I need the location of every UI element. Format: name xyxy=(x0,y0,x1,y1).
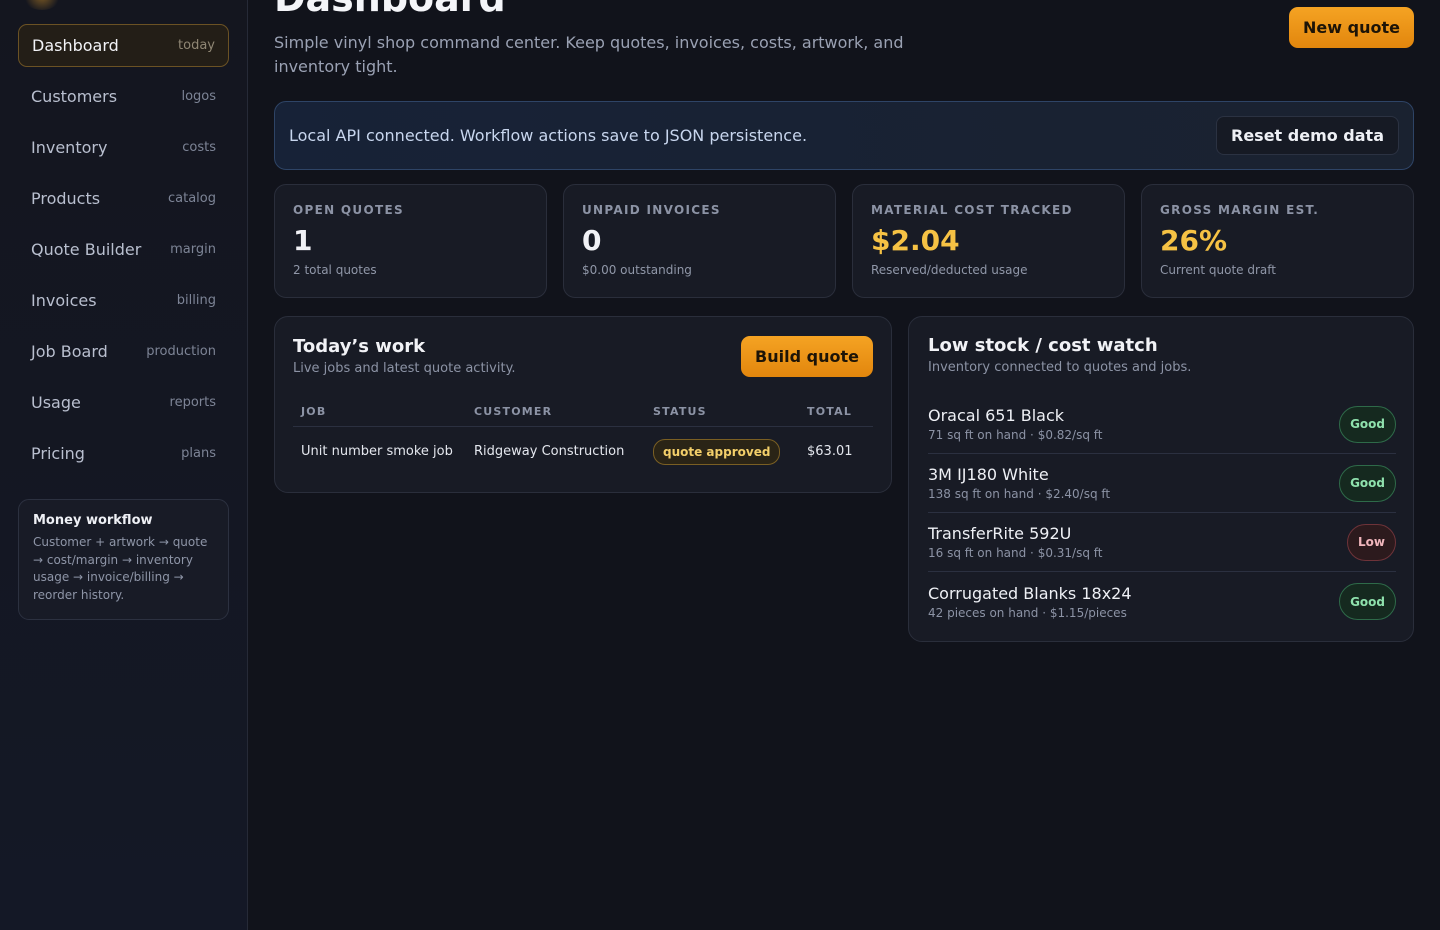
stock-status-badge: Good xyxy=(1339,464,1396,502)
sidebar-item-label: Invoices xyxy=(31,291,97,310)
list-item[interactable]: 3M IJ180 White 138 sq ft on hand · $2.40… xyxy=(928,454,1396,513)
stat-sub: Reserved/deducted usage xyxy=(871,263,1028,277)
stat-card-unpaid-invoices: UNPAID INVOICES 0 $0.00 outstanding xyxy=(563,184,836,298)
app-root: Dashboard today Customers logos Inventor… xyxy=(0,0,1440,930)
sidebar-item-hint: billing xyxy=(176,293,216,308)
stock-status-badge: Good xyxy=(1339,583,1396,620)
stock-status-badge: Good xyxy=(1339,405,1396,443)
sidebar-item-dashboard[interactable]: Dashboard today xyxy=(18,24,229,67)
workflow-title: Money workflow xyxy=(33,513,153,528)
sidebar-item-label: Quote Builder xyxy=(31,240,142,259)
todays-work-card: Today’s work Live jobs and latest quote … xyxy=(274,316,892,493)
stat-label: UNPAID INVOICES xyxy=(582,203,721,217)
stat-value: 1 xyxy=(293,224,313,257)
stat-sub: $0.00 outstanding xyxy=(582,263,692,277)
stock-info: 3M IJ180 White 138 sq ft on hand · $2.40… xyxy=(928,465,1110,501)
workflow-text: Customer + artwork → quote → cost/margin… xyxy=(33,535,208,602)
table-row[interactable]: Unit number smoke job Ridgeway Construct… xyxy=(293,427,873,476)
stat-sub: 2 total quotes xyxy=(293,263,377,277)
sidebar-item-products[interactable]: Products catalog xyxy=(18,177,229,220)
sidebar-item-label: Products xyxy=(31,189,101,208)
list-item[interactable]: Corrugated Blanks 18x24 42 pieces on han… xyxy=(928,572,1396,631)
sidebar-item-customers[interactable]: Customers logos xyxy=(18,75,229,118)
sidebar-item-hint: today xyxy=(178,38,215,53)
sidebar-item-label: Dashboard xyxy=(32,36,119,55)
total-cell: $63.01 xyxy=(807,444,853,459)
sidebar-item-label: Customers xyxy=(31,87,118,106)
stock-name: 3M IJ180 White xyxy=(928,465,1049,484)
sidebar-item-quote-builder[interactable]: Quote Builder margin xyxy=(18,228,229,271)
card-subtitle: Live jobs and latest quote activity. xyxy=(293,361,516,376)
stat-label: OPEN QUOTES xyxy=(293,203,404,217)
stock-info: Corrugated Blanks 18x24 42 pieces on han… xyxy=(928,584,1132,620)
stat-label: GROSS MARGIN EST. xyxy=(1160,203,1320,217)
page-title: Dashboard xyxy=(274,0,506,20)
list-item[interactable]: TransferRite 592U 16 sq ft on hand · $0.… xyxy=(928,513,1396,572)
stat-card-open-quotes: OPEN QUOTES 1 2 total quotes xyxy=(274,184,547,298)
job-cell: Unit number smoke job xyxy=(301,444,453,459)
sidebar-item-invoices[interactable]: Invoices billing xyxy=(18,279,229,322)
api-status-text: Local API connected. Workflow actions sa… xyxy=(289,126,808,145)
sidebar-item-hint: costs xyxy=(182,140,216,155)
card-title: Today’s work xyxy=(293,336,426,357)
stock-name: Corrugated Blanks 18x24 xyxy=(928,583,1132,603)
column-header-customer: CUSTOMER xyxy=(474,405,553,418)
sidebar-item-pricing[interactable]: Pricing plans xyxy=(18,432,229,475)
sidebar-item-usage[interactable]: Usage reports xyxy=(18,381,229,424)
stock-list: Oracal 651 Black 71 sq ft on hand · $0.8… xyxy=(928,395,1396,631)
stock-info: TransferRite 592U 16 sq ft on hand · $0.… xyxy=(928,524,1103,560)
stat-sub: Current quote draft xyxy=(1160,263,1276,277)
money-workflow-card: Money workflow Customer + artwork → quot… xyxy=(18,499,229,620)
jobs-table: JOB CUSTOMER STATUS TOTAL Unit number sm… xyxy=(293,397,873,476)
list-item[interactable]: Oracal 651 Black 71 sq ft on hand · $0.8… xyxy=(928,395,1396,454)
stock-meta: 42 pieces on hand · $1.15/pieces xyxy=(928,605,1127,620)
page-subtitle: Simple vinyl shop command center. Keep q… xyxy=(274,33,904,76)
stock-name: Oracal 651 Black xyxy=(928,406,1065,425)
sidebar-item-hint: margin xyxy=(170,242,216,257)
card-title: Low stock / cost watch xyxy=(928,335,1158,356)
sidebar-item-hint: plans xyxy=(181,446,216,461)
sidebar-item-label: Usage xyxy=(31,393,81,412)
stat-card-gross-margin: GROSS MARGIN EST. 26% Current quote draf… xyxy=(1141,184,1414,298)
stock-name: TransferRite 592U xyxy=(928,524,1072,543)
sidebar-item-label: Inventory xyxy=(31,138,108,157)
sidebar-item-inventory[interactable]: Inventory costs xyxy=(18,126,229,169)
stat-card-material-cost: MATERIAL COST TRACKED $2.04 Reserved/ded… xyxy=(852,184,1125,298)
reset-demo-data-button[interactable]: Reset demo data xyxy=(1216,116,1399,155)
stat-value: 0 xyxy=(582,224,602,257)
status-cell: quote approved xyxy=(653,438,807,465)
column-header-status: STATUS xyxy=(653,405,707,418)
column-header-job: JOB xyxy=(301,405,327,418)
brand-glow xyxy=(22,0,62,10)
stock-meta: 16 sq ft on hand · $0.31/sq ft xyxy=(928,546,1103,560)
stat-label: MATERIAL COST TRACKED xyxy=(871,203,1073,217)
sidebar: Dashboard today Customers logos Inventor… xyxy=(0,0,248,930)
customer-cell: Ridgeway Construction xyxy=(474,444,625,459)
card-subtitle: Inventory connected to quotes and jobs. xyxy=(928,360,1192,375)
sidebar-item-job-board[interactable]: Job Board production xyxy=(18,330,229,373)
sidebar-item-label: Pricing xyxy=(31,444,85,463)
stock-info: Oracal 651 Black 71 sq ft on hand · $0.8… xyxy=(928,406,1103,442)
stock-meta: 138 sq ft on hand · $2.40/sq ft xyxy=(928,487,1111,501)
sidebar-item-hint: production xyxy=(146,344,216,359)
stock-status-badge: Low xyxy=(1347,523,1396,561)
build-quote-button[interactable]: Build quote xyxy=(741,336,873,377)
stock-meta: 71 sq ft on hand · $0.82/sq ft xyxy=(928,428,1103,442)
sidebar-item-hint: reports xyxy=(169,395,216,410)
card-header: Today’s work Live jobs and latest quote … xyxy=(293,336,516,376)
stat-value: 26% xyxy=(1160,224,1228,257)
sidebar-item-label: Job Board xyxy=(31,342,108,361)
sidebar-item-hint: logos xyxy=(181,89,216,104)
card-header: Low stock / cost watch Inventory connect… xyxy=(928,335,1191,375)
new-quote-button[interactable]: New quote xyxy=(1289,7,1414,48)
low-stock-card: Low stock / cost watch Inventory connect… xyxy=(908,316,1414,642)
status-badge: quote approved xyxy=(653,438,781,465)
stat-value: $2.04 xyxy=(871,224,960,257)
sidebar-item-hint: catalog xyxy=(168,191,216,206)
table-header: JOB CUSTOMER STATUS TOTAL xyxy=(293,397,873,427)
column-header-total: TOTAL xyxy=(807,405,853,418)
api-status-banner: Local API connected. Workflow actions sa… xyxy=(274,101,1414,170)
